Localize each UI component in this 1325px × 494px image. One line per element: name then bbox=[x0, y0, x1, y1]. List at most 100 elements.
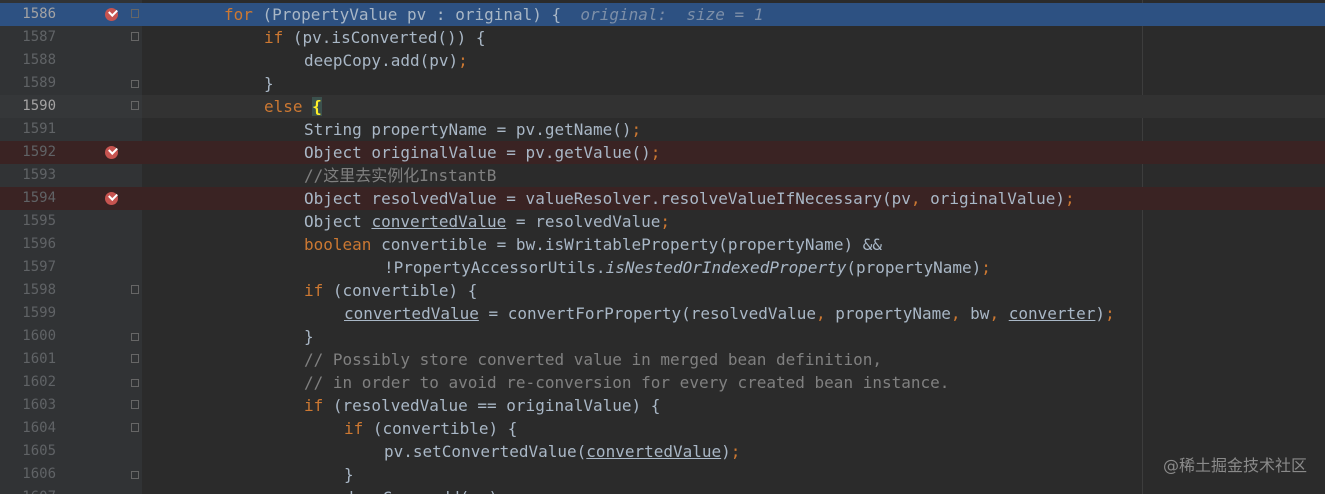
fold-end-icon[interactable] bbox=[131, 379, 139, 387]
code-line-1586[interactable]: 1586 for (PropertyValue pv : original) {… bbox=[0, 3, 1325, 26]
line-number: 1605 bbox=[22, 443, 56, 459]
gutter-cell[interactable]: 1593 bbox=[0, 164, 142, 187]
line-number: 1604 bbox=[22, 420, 56, 436]
code-line-1594[interactable]: 1594 Object resolvedValue = valueResolve… bbox=[0, 187, 1325, 210]
line-number: 1592 bbox=[22, 144, 56, 160]
code-text[interactable]: if (resolvedValue == originalValue) { bbox=[304, 394, 660, 417]
code-line-1599[interactable]: 1599 convertedValue = convertForProperty… bbox=[0, 302, 1325, 325]
code-text[interactable]: deepCopy.add(pv); bbox=[344, 486, 508, 494]
line-number: 1606 bbox=[22, 466, 56, 482]
gutter-cell[interactable]: 1586 bbox=[0, 3, 142, 26]
code-text[interactable]: if (convertible) { bbox=[304, 279, 477, 302]
code-text[interactable]: Object resolvedValue = valueResolver.res… bbox=[304, 187, 1075, 210]
code-line-1592[interactable]: 1592 Object originalValue = pv.getValue(… bbox=[0, 141, 1325, 164]
fold-icon[interactable] bbox=[131, 9, 139, 18]
code-comment[interactable]: // in order to avoid re-conversion for e… bbox=[304, 371, 949, 394]
gutter-cell[interactable]: 1604 bbox=[0, 417, 142, 440]
code-text[interactable]: Object originalValue = pv.getValue(); bbox=[304, 141, 660, 164]
fold-icon[interactable] bbox=[131, 423, 139, 432]
fold-icon[interactable] bbox=[131, 400, 139, 409]
code-line-1600[interactable]: 1600 } bbox=[0, 325, 1325, 348]
breakpoint-icon[interactable] bbox=[105, 146, 118, 159]
code-editor[interactable]: 1586 for (PropertyValue pv : original) {… bbox=[0, 0, 1325, 494]
gutter-cell[interactable]: 1587 bbox=[0, 26, 142, 49]
line-number: 1586 bbox=[22, 6, 56, 22]
code-text[interactable]: deepCopy.add(pv); bbox=[304, 49, 468, 72]
code-line-1606[interactable]: 1606 } bbox=[0, 463, 1325, 486]
code-line-1596[interactable]: 1596 boolean convertible = bw.isWritable… bbox=[0, 233, 1325, 256]
breakpoint-icon[interactable] bbox=[105, 192, 118, 205]
code-comment[interactable]: // Possibly store converted value in mer… bbox=[304, 348, 882, 371]
code-line-1603[interactable]: 1603 if (resolvedValue == originalValue)… bbox=[0, 394, 1325, 417]
gutter-cell[interactable]: 1600 bbox=[0, 325, 142, 348]
gutter-cell[interactable]: 1594 bbox=[0, 187, 142, 210]
fold-icon[interactable] bbox=[131, 285, 139, 294]
line-number: 1587 bbox=[22, 29, 56, 45]
code-text[interactable]: boolean convertible = bw.isWritablePrope… bbox=[304, 233, 882, 256]
gutter-cell[interactable]: 1607 bbox=[0, 486, 142, 494]
line-number: 1588 bbox=[22, 52, 56, 68]
line-number: 1594 bbox=[22, 190, 56, 206]
line-number: 1607 bbox=[0, 486, 56, 494]
code-text[interactable]: } bbox=[344, 463, 354, 486]
code-text[interactable]: else { bbox=[264, 95, 322, 118]
line-number: 1589 bbox=[22, 75, 56, 91]
code-line-1602[interactable]: 1602 // in order to avoid re-conversion … bbox=[0, 371, 1325, 394]
gutter-cell[interactable]: 1588 bbox=[0, 49, 142, 72]
gutter-cell[interactable]: 1592 bbox=[0, 141, 142, 164]
fold-end-icon[interactable] bbox=[131, 80, 139, 88]
gutter-cell[interactable]: 1589 bbox=[0, 72, 142, 95]
line-number: 1590 bbox=[22, 98, 56, 114]
line-number: 1601 bbox=[22, 351, 56, 367]
fold-icon[interactable] bbox=[131, 32, 139, 41]
code-text[interactable]: Object convertedValue = resolvedValue; bbox=[304, 210, 670, 233]
code-line-1587[interactable]: 1587 if (pv.isConverted()) { bbox=[0, 26, 1325, 49]
code-line-1598[interactable]: 1598 if (convertible) { bbox=[0, 279, 1325, 302]
code-line-1605[interactable]: 1605 pv.setConvertedValue(convertedValue… bbox=[0, 440, 1325, 463]
gutter-cell[interactable]: 1601 bbox=[0, 348, 142, 371]
code-line-1590[interactable]: 1590 else { bbox=[0, 95, 1325, 118]
gutter-cell[interactable]: 1602 bbox=[0, 371, 142, 394]
code-text[interactable]: !PropertyAccessorUtils.isNestedOrIndexed… bbox=[384, 256, 991, 279]
gutter-cell[interactable]: 1590 bbox=[0, 95, 142, 118]
breakpoint-icon[interactable] bbox=[105, 8, 118, 21]
gutter-cell[interactable]: 1605 bbox=[0, 440, 142, 463]
code-text[interactable]: } bbox=[264, 72, 274, 95]
fold-icon[interactable] bbox=[131, 101, 139, 110]
gutter-cell[interactable]: 1591 bbox=[0, 118, 142, 141]
code-text[interactable]: } bbox=[304, 325, 314, 348]
fold-end-icon[interactable] bbox=[131, 333, 139, 341]
code-text[interactable]: pv.setConvertedValue(convertedValue); bbox=[384, 440, 740, 463]
code-line-1593[interactable]: 1593 //这里去实例化InstantB bbox=[0, 164, 1325, 187]
code-text[interactable]: if (pv.isConverted()) { bbox=[264, 26, 486, 49]
code-line-1607[interactable]: 1607 deepCopy.add(pv); bbox=[0, 486, 1325, 494]
line-number: 1599 bbox=[22, 305, 56, 321]
line-number: 1596 bbox=[22, 236, 56, 252]
gutter-cell[interactable]: 1598 bbox=[0, 279, 142, 302]
line-number: 1595 bbox=[22, 213, 56, 229]
code-line-1589[interactable]: 1589 } bbox=[0, 72, 1325, 95]
code-comment[interactable]: //这里去实例化InstantB bbox=[304, 164, 496, 187]
code-text[interactable]: convertedValue = convertForProperty(reso… bbox=[344, 302, 1115, 325]
gutter-cell[interactable]: 1603 bbox=[0, 394, 142, 417]
code-text[interactable]: if (convertible) { bbox=[344, 417, 517, 440]
code-text[interactable]: String propertyName = pv.getName(); bbox=[304, 118, 641, 141]
code-line-1601[interactable]: 1601 // Possibly store converted value i… bbox=[0, 348, 1325, 371]
gutter-cell[interactable]: 1597 bbox=[0, 256, 142, 279]
line-number: 1598 bbox=[22, 282, 56, 298]
code-line-1588[interactable]: 1588 deepCopy.add(pv); bbox=[0, 49, 1325, 72]
code-line-1597[interactable]: 1597 !PropertyAccessorUtils.isNestedOrIn… bbox=[0, 256, 1325, 279]
fold-end-icon[interactable] bbox=[131, 471, 139, 479]
gutter-cell[interactable]: 1595 bbox=[0, 210, 142, 233]
code-line-1591[interactable]: 1591 String propertyName = pv.getName(); bbox=[0, 118, 1325, 141]
line-number: 1597 bbox=[22, 259, 56, 275]
line-number: 1603 bbox=[22, 397, 56, 413]
inline-debug-value: original: size = 1 bbox=[580, 5, 764, 24]
code-line-1595[interactable]: 1595 Object convertedValue = resolvedVal… bbox=[0, 210, 1325, 233]
code-line-1604[interactable]: 1604 if (convertible) { bbox=[0, 417, 1325, 440]
gutter-cell[interactable]: 1606 bbox=[0, 463, 142, 486]
gutter-cell[interactable]: 1596 bbox=[0, 233, 142, 256]
code-text[interactable]: for (PropertyValue pv : original) { orig… bbox=[224, 3, 763, 26]
gutter-cell[interactable]: 1599 bbox=[0, 302, 142, 325]
fold-icon[interactable] bbox=[131, 354, 139, 363]
